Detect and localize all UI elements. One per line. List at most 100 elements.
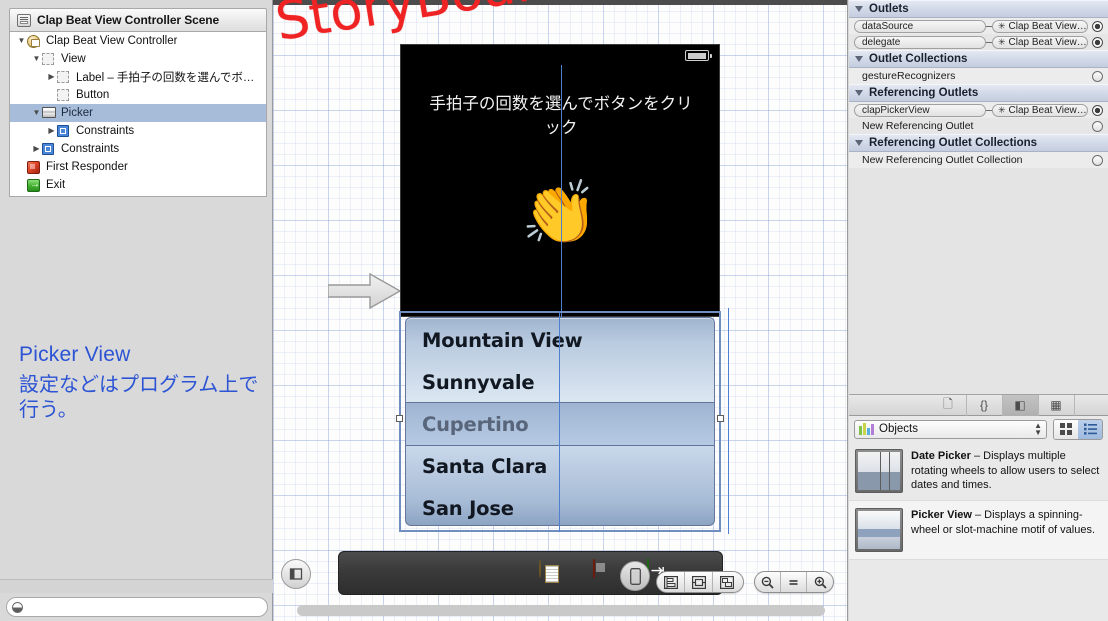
connection-row[interactable]: gestureRecognizers — [849, 68, 1108, 84]
view-controller-preview[interactable]: 手拍子の回数を選んでボタンをクリック 👏 — [400, 44, 720, 317]
picker-view[interactable]: Mountain ViewSunnyvaleCupertinoSanta Cla… — [405, 317, 715, 526]
library-item[interactable]: Date Picker – Displays multiple rotating… — [849, 442, 1108, 501]
disclosure-triangle-icon[interactable] — [855, 90, 863, 96]
connection-row[interactable]: clapPickerView ✳Clap Beat View… — [849, 102, 1108, 118]
outlet-name-token[interactable]: dataSource — [854, 20, 986, 33]
view-controller-icon — [27, 35, 42, 48]
outline-tree[interactable]: ▼Clap Beat View Controller▼View▶Label – … — [9, 32, 267, 197]
outline-row-button[interactable]: Button — [10, 86, 266, 104]
library-tab-bar[interactable]: 🗋{}◧▦ — [849, 395, 1108, 416]
outlet-name-token[interactable]: delegate — [854, 36, 986, 49]
library-filter-select[interactable]: Objects ▲▼ — [854, 420, 1047, 439]
filter-icon — [12, 602, 23, 613]
connection-well[interactable] — [1092, 71, 1103, 82]
object-library-tab[interactable]: ◧ — [1003, 395, 1039, 416]
outline-row-constraints[interactable]: ▶Constraints — [10, 122, 266, 140]
library-view-mode-group[interactable] — [1053, 419, 1103, 440]
disclosure-closed-icon[interactable]: ▶ — [46, 73, 57, 81]
outline-row-label[interactable]: ▶Label – 手拍子の回数を選んでボ… — [10, 68, 266, 86]
library-panel: 🗋{}◧▦ Objects ▲▼ — [849, 394, 1108, 621]
disclosure-triangle-icon[interactable] — [855, 6, 863, 12]
storyboard-canvas[interactable]: StoryBoard 手拍子の回数を選んでボタンをクリック 👏 Mountain… — [273, 0, 848, 621]
media-library-tab[interactable]: ▦ — [1039, 395, 1075, 416]
picker-view-selection[interactable]: Mountain ViewSunnyvaleCupertinoSanta Cla… — [399, 311, 721, 532]
zoom-actual-icon — [787, 576, 800, 589]
library-filter-label: Objects — [879, 423, 918, 435]
exit-icon — [27, 179, 42, 192]
outline-row-first-responder[interactable]: First Responder — [10, 158, 266, 176]
scene-header[interactable]: Clap Beat View Controller Scene — [9, 8, 267, 32]
library-item-list[interactable]: Date Picker – Displays multiple rotating… — [849, 442, 1108, 560]
picker-row[interactable]: Mountain View — [406, 318, 714, 362]
list-view-button[interactable] — [1078, 420, 1102, 439]
picker-row[interactable]: San Jose — [406, 486, 714, 526]
library-item[interactable]: Picker View – Displays a spinning-wheel … — [849, 501, 1108, 560]
date-picker-thumb — [855, 449, 903, 493]
connection-row[interactable]: New Referencing Outlet Collection — [849, 152, 1108, 168]
connection-well[interactable] — [1092, 37, 1103, 48]
outline-row-exit[interactable]: Exit — [10, 176, 266, 194]
device-toggle-button[interactable] — [620, 561, 650, 591]
disclosure-open-icon[interactable]: ▼ — [31, 109, 42, 117]
outline-row-clap-beat-view-controller[interactable]: ▼Clap Beat View Controller — [10, 32, 266, 50]
resize-handle-left[interactable] — [396, 415, 403, 422]
outline-row-label: Picker — [61, 107, 93, 119]
outline-row-view[interactable]: ▼View — [10, 50, 266, 68]
connection-well[interactable] — [1092, 155, 1103, 166]
stepper-icon[interactable]: ▲▼ — [1034, 422, 1042, 436]
picker-row[interactable]: Sunnyvale — [406, 360, 714, 404]
inspector-section-header[interactable]: Outlet Collections — [849, 50, 1108, 68]
connection-row[interactable]: dataSource ✳Clap Beat View… — [849, 18, 1108, 34]
resize-handle-right[interactable] — [717, 415, 724, 422]
objects-icon — [859, 423, 874, 435]
canvas-horizontal-scrollbar[interactable] — [297, 605, 825, 616]
clapping-hands-image: 👏 — [401, 183, 719, 245]
connection-row[interactable]: delegate ✳Clap Beat View… — [849, 34, 1108, 50]
code-snippet-tab[interactable]: {} — [967, 395, 1003, 416]
connected-object-label: Clap Beat View… — [1009, 37, 1087, 48]
library-controls: Objects ▲▼ — [849, 416, 1108, 442]
zoom-out-button[interactable] — [755, 572, 781, 592]
outline-row-constraints[interactable]: ▶ Constraints — [10, 140, 266, 158]
connection-well[interactable] — [1092, 105, 1103, 116]
disclosure-closed-icon[interactable]: ▶ — [46, 127, 57, 135]
picker-row[interactable]: Cupertino — [406, 402, 714, 446]
view-controller-dock-icon[interactable] — [539, 560, 565, 586]
disclosure-closed-icon[interactable]: ▶ — [31, 145, 42, 153]
outlet-name-token[interactable]: clapPickerView — [854, 104, 986, 117]
inspector-section-header[interactable]: Referencing Outlets — [849, 84, 1108, 102]
disconnect-icon[interactable]: ✳ — [998, 37, 1006, 48]
align-button[interactable] — [657, 572, 685, 592]
inspector-section-header[interactable]: Referencing Outlet Collections — [849, 134, 1108, 152]
first-responder-dock-icon[interactable] — [593, 560, 619, 586]
outline-row-label: Constraints — [61, 143, 119, 155]
outline-row-picker[interactable]: ▼ Picker — [10, 104, 266, 122]
disclosure-triangle-icon[interactable] — [855, 56, 863, 62]
constraint-buttons[interactable] — [656, 571, 744, 593]
zoom-in-button[interactable] — [807, 572, 833, 592]
inspector-section-title: Outlet Collections — [869, 53, 967, 65]
connection-row[interactable]: New Referencing Outlet — [849, 118, 1108, 134]
file-template-tab[interactable]: 🗋 — [931, 395, 967, 416]
pin-button[interactable] — [685, 572, 713, 592]
disconnect-icon[interactable]: ✳ — [998, 21, 1006, 32]
zoom-actual-size-button[interactable] — [781, 572, 807, 592]
connection-well[interactable] — [1092, 21, 1103, 32]
connected-object-token[interactable]: ✳Clap Beat View… — [992, 20, 1088, 33]
show-document-outline-button[interactable] — [281, 559, 311, 589]
grid-view-button[interactable] — [1054, 420, 1078, 439]
disclosure-open-icon[interactable]: ▼ — [16, 37, 27, 45]
zoom-controls[interactable] — [754, 571, 834, 593]
connected-object-token[interactable]: ✳Clap Beat View… — [992, 36, 1088, 49]
outline-filter-field[interactable] — [6, 597, 268, 617]
connection-well[interactable] — [1092, 121, 1103, 132]
connected-object-token[interactable]: ✳Clap Beat View… — [992, 104, 1088, 117]
disclosure-open-icon[interactable]: ▼ — [31, 55, 42, 63]
picker-row[interactable]: Santa Clara — [406, 444, 714, 488]
view-icon — [42, 53, 57, 66]
disclosure-triangle-icon[interactable] — [855, 140, 863, 146]
disconnect-icon[interactable]: ✳ — [998, 105, 1006, 116]
resolve-issues-button[interactable] — [713, 572, 741, 592]
library-item-text: Picker View – Displays a spinning-wheel … — [911, 508, 1100, 552]
inspector-section-header[interactable]: Outlets — [849, 0, 1108, 18]
